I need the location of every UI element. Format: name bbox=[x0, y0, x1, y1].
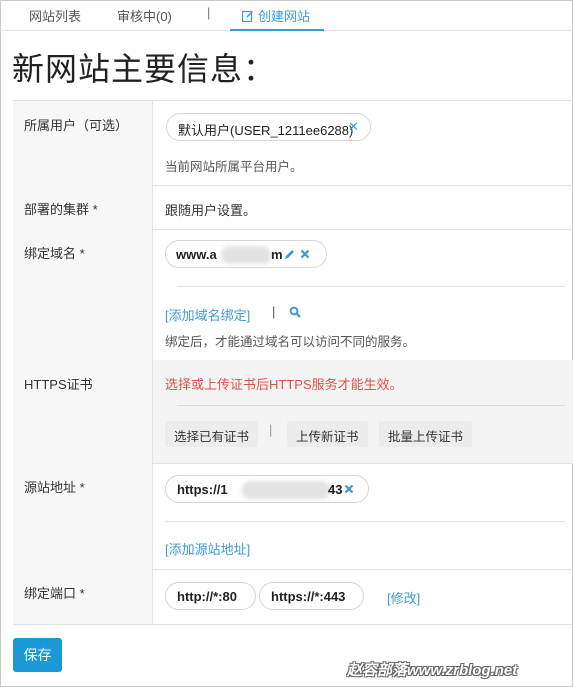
cluster-content: 跟随用户设置。 bbox=[165, 185, 573, 229]
tab-separator: | bbox=[207, 5, 211, 20]
cluster-label: 部署的集群 * bbox=[24, 202, 98, 217]
form-table: 所属用户（可选） 默认用户(USER_1211ee6288) ✕ 当前网站所属平… bbox=[13, 100, 573, 625]
label-cell: 部署的集群 * bbox=[13, 185, 153, 229]
tab-create-site[interactable]: 创建网站 bbox=[229, 6, 325, 31]
upload-cert-button[interactable]: 上传新证书 bbox=[287, 421, 368, 447]
edit-ports-link[interactable]: [修改] bbox=[387, 588, 420, 607]
redacted-blur bbox=[242, 481, 330, 499]
tab-site-list[interactable]: 网站列表 bbox=[29, 6, 81, 25]
http-port-tag: http://*:80 bbox=[165, 582, 256, 610]
domain-hint: 绑定后，才能通过域名可以访问不同的服务。 bbox=[165, 335, 416, 349]
label-cell: 源站地址 * bbox=[13, 463, 153, 569]
label-cell: 所属用户（可选） bbox=[13, 101, 153, 185]
row-domain: 绑定域名 * www.a m [添加域名绑定] | 绑定后，才能通过域名可以访问… bbox=[13, 229, 573, 361]
select-cert-button[interactable]: 选择已有证书 bbox=[165, 421, 259, 447]
tab-create-site-label: 创建网站 bbox=[258, 9, 311, 24]
batch-upload-cert-button[interactable]: 批量上传证书 bbox=[379, 421, 473, 447]
add-domain-link[interactable]: [添加域名绑定] bbox=[165, 305, 250, 324]
pencil-icon[interactable] bbox=[284, 249, 295, 260]
add-origin-link[interactable]: [添加源站地址] bbox=[165, 539, 250, 558]
owner-content: 默认用户(USER_1211ee6288) ✕ 当前网站所属平台用户。 bbox=[165, 101, 573, 185]
row-cluster: 部署的集群 * 跟随用户设置。 bbox=[13, 185, 573, 230]
row-owner: 所属用户（可选） 默认用户(USER_1211ee6288) ✕ 当前网站所属平… bbox=[13, 101, 573, 186]
remove-domain-icon[interactable] bbox=[300, 249, 310, 259]
watermark: 赵容部落www.zrblog.net bbox=[347, 662, 518, 679]
owner-value: 默认用户(USER_1211ee6288) bbox=[178, 123, 354, 138]
http-port-value: http://*:80 bbox=[177, 589, 237, 604]
page-title: 新网站主要信息： bbox=[12, 51, 277, 87]
origin-value-prefix: https://1 bbox=[177, 482, 228, 497]
search-icon[interactable] bbox=[289, 306, 301, 318]
https-port-tag: https://*:443 bbox=[259, 582, 364, 610]
row-ports: 绑定端口 * http://*:80 https://*:443 [修改] bbox=[13, 569, 573, 625]
https-port-value: https://*:443 bbox=[271, 589, 346, 604]
domain-label: 绑定域名 * bbox=[24, 246, 85, 261]
https-label: HTTPS证书 bbox=[24, 377, 93, 392]
divider bbox=[165, 521, 565, 522]
owner-label: 所属用户（可选） bbox=[24, 118, 129, 133]
divider bbox=[177, 286, 565, 287]
row-https: HTTPS证书 选择或上传证书后HTTPS服务才能生效。 选择已有证书 | 上传… bbox=[13, 360, 573, 464]
tab-bar: 网站列表 审核中(0) | 创建网站 bbox=[0, 0, 573, 31]
domain-content: www.a m [添加域名绑定] | 绑定后，才能通过域名可以访问不同的服务。 bbox=[165, 229, 573, 360]
redacted-blur bbox=[221, 246, 271, 264]
origin-value-suffix: 43 bbox=[328, 482, 343, 497]
ports-content: http://*:80 https://*:443 [修改] bbox=[165, 569, 573, 624]
label-cell: 绑定域名 * bbox=[13, 229, 153, 360]
owner-hint: 当前网站所属平台用户。 bbox=[165, 160, 303, 174]
origin-tag[interactable]: https://1 43 bbox=[165, 475, 369, 503]
ports-label: 绑定端口 * bbox=[24, 586, 85, 601]
link-separator: | bbox=[272, 304, 276, 319]
remove-origin-icon[interactable] bbox=[344, 484, 354, 494]
domain-value-suffix: m bbox=[271, 247, 283, 262]
origin-tag-wrap: https://1 43 bbox=[165, 475, 369, 503]
divider bbox=[177, 405, 565, 406]
label-cell: HTTPS证书 bbox=[13, 360, 153, 463]
remove-owner-icon[interactable]: ✕ bbox=[348, 119, 359, 135]
edit-icon bbox=[242, 10, 253, 22]
save-button[interactable]: 保存 bbox=[13, 638, 62, 672]
https-warning: 选择或上传证书后HTTPS服务才能生效。 bbox=[165, 377, 403, 392]
https-content: 选择或上传证书后HTTPS服务才能生效。 选择已有证书 | 上传新证书 批量上传… bbox=[165, 360, 573, 463]
tab-reviewing[interactable]: 审核中(0) bbox=[117, 6, 172, 25]
domain-tag[interactable]: www.a m bbox=[165, 240, 327, 268]
origin-label: 源站地址 * bbox=[24, 480, 85, 495]
button-separator: | bbox=[269, 422, 273, 437]
owner-tag[interactable]: 默认用户(USER_1211ee6288) ✕ bbox=[166, 113, 371, 141]
domain-value-prefix: www.a bbox=[176, 247, 217, 262]
label-cell: 绑定端口 * bbox=[13, 569, 153, 624]
cluster-value: 跟随用户设置。 bbox=[165, 203, 257, 218]
